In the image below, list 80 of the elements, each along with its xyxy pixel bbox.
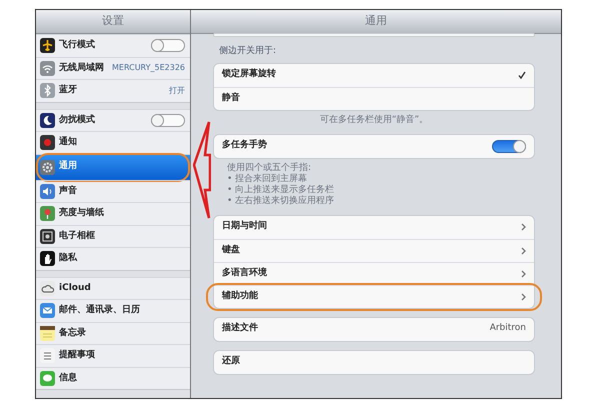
sidebar-item[interactable]: 蓝牙 打开 — [36, 79, 190, 102]
row-label: 锁定屏幕旋转 — [222, 68, 276, 82]
row-label: 辅助功能 — [222, 290, 258, 303]
footer-text: • 左右推送来切换应用程序 — [227, 196, 336, 206]
settings-row[interactable]: 多语言环境 — [214, 262, 534, 284]
sidebar-item[interactable]: 声音 — [36, 180, 190, 202]
item-label: iCloud — [59, 282, 91, 294]
bluetooth-icon — [40, 83, 55, 98]
sidebar-item[interactable]: 通用 — [36, 154, 190, 180]
row-label: 还原 — [222, 355, 240, 368]
item-label: 邮件、通讯录、日历 — [59, 304, 140, 317]
item-label: 飞行模式 — [59, 39, 95, 52]
item-label: 信息 — [59, 372, 77, 384]
airplane-icon — [40, 38, 55, 54]
sidebar-item[interactable]: 亮度与墙纸 — [36, 202, 190, 224]
item-label: 通知 — [59, 136, 77, 149]
settings-row[interactable]: 键盘 — [214, 238, 534, 262]
sidebar-item[interactable]: 邮件、通讯录、日历 — [36, 299, 190, 322]
chevron-icon — [521, 292, 526, 300]
footer-text: • 向上推送来显示多任务栏 — [227, 184, 336, 196]
wifi-icon — [40, 60, 55, 76]
settings-row[interactable]: 日期与时间 — [214, 216, 534, 238]
sidebar-item[interactable]: 无线局域网 MERCURY_5E2326 — [36, 56, 190, 79]
row-value: Arbitron — [490, 322, 526, 336]
checklist-icon — [40, 348, 55, 364]
group-header: 侧边开关用于: — [218, 45, 278, 58]
footer-text: 可在多任务栏使用“静音”。 — [318, 114, 430, 126]
toggle-switch[interactable] — [151, 114, 185, 127]
item-label: 勿扰模式 — [59, 114, 95, 126]
sidebar-item[interactable]: 提醒事项 — [36, 344, 190, 366]
item-value: MERCURY_5E2326 — [112, 62, 185, 74]
item-label: 备忘录 — [59, 326, 86, 340]
item-label: 声音 — [59, 184, 77, 198]
item-label: 电子相框 — [59, 230, 95, 242]
row-label: 静音 — [222, 92, 240, 105]
item-label: 亮度与墙纸 — [59, 207, 104, 220]
row-label: 日期与时间 — [222, 220, 267, 234]
item-label: 提醒事项 — [59, 349, 95, 362]
sidebar-item[interactable]: 飞行模式 — [36, 34, 190, 56]
settings-row[interactable]: 静音 — [214, 86, 534, 110]
sidebar-item[interactable]: 勿扰模式 — [36, 108, 190, 131]
footer-text: 使用四个或五个手指: — [227, 162, 312, 174]
row-label: 多语言环境 — [222, 266, 267, 280]
settings-row[interactable]: 锁定屏幕旋转 — [214, 64, 534, 86]
settings-row[interactable]: 多任务手势 — [214, 134, 534, 158]
sidebar-item[interactable]: 通知 — [36, 131, 190, 154]
speech-bubble-icon — [40, 370, 55, 386]
chevron-icon — [521, 246, 526, 254]
item-label: 无线局域网 — [59, 62, 104, 74]
chevron-icon — [521, 270, 526, 278]
cloud-icon — [40, 280, 55, 296]
sidebar-item[interactable]: 信息 — [36, 366, 190, 389]
envelope-icon — [40, 303, 55, 318]
hand-icon — [40, 251, 55, 266]
item-label: 通用 — [59, 160, 77, 174]
item-label: 蓝牙 — [59, 84, 77, 97]
chevron-icon — [521, 223, 526, 231]
sidebar-item[interactable]: iCloud — [36, 276, 190, 299]
toggle-switch[interactable] — [151, 39, 185, 52]
gear-icon — [40, 160, 55, 174]
row-label: 描述文件 — [222, 322, 258, 336]
speaker-icon — [40, 184, 55, 199]
sidebar-item[interactable]: 备忘录 — [36, 322, 190, 344]
sidebar-item[interactable]: 电子相框 — [36, 224, 190, 247]
notepad-icon — [40, 326, 55, 341]
sidebar-title: 设置 — [36, 10, 190, 34]
settings-row[interactable]: 还原 — [214, 350, 534, 374]
toggle-switch[interactable] — [492, 140, 526, 152]
settings-row[interactable]: 辅助功能 — [214, 284, 534, 308]
settings-row[interactable]: 描述文件 Arbitron — [214, 318, 534, 340]
moon-icon — [40, 112, 55, 128]
notification-icon — [40, 135, 55, 150]
row-label: 多任务手势 — [222, 139, 267, 152]
item-label: 隐私 — [59, 252, 77, 265]
photo-frame-icon — [40, 228, 55, 244]
footer-text: • 捏合来回到主屏幕 — [227, 174, 308, 184]
item-value: 打开 — [169, 84, 185, 97]
sidebar-item[interactable]: 隐私 — [36, 247, 190, 270]
row-label: 键盘 — [222, 244, 240, 257]
page-title: 通用 — [191, 10, 561, 34]
